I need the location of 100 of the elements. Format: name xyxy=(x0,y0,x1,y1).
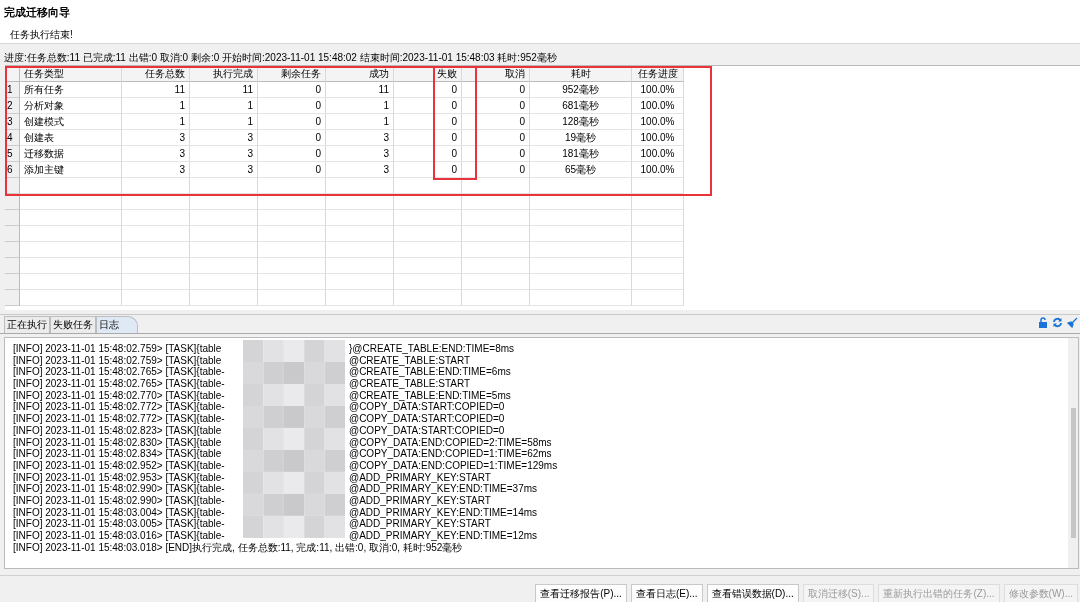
table-cell: 0 xyxy=(394,82,462,98)
log-text: @CREATE_TABLE:START xyxy=(349,378,471,390)
log-text: @ADD_PRIMARY_KEY:END:TIME=14ms xyxy=(349,506,538,519)
action-button[interactable]: 查看错误数据(D)... xyxy=(706,584,799,602)
table-cell xyxy=(394,258,462,274)
table-cell xyxy=(326,178,394,194)
table-cell xyxy=(326,290,394,306)
table-cell xyxy=(632,194,684,210)
table-cell xyxy=(190,178,258,194)
table-cell xyxy=(632,290,684,306)
table-cell xyxy=(190,242,258,258)
scrollbar[interactable] xyxy=(1068,338,1078,568)
table-cell xyxy=(632,178,684,194)
table-cell xyxy=(632,258,684,274)
log-text: [INFO] 2023-11-01 15:48:02.772> [TASK]{table- xyxy=(13,413,226,425)
table-cell: 添加主键 xyxy=(20,162,122,178)
table-cell xyxy=(394,178,462,194)
log-text: [INFO] 2023-11-01 15:48:02.772> [TASK]{table- xyxy=(13,401,226,414)
log-text: @CREATE_TABLE:END:TIME=6ms xyxy=(349,366,511,379)
table-cell: 3 xyxy=(190,162,258,178)
log-text: @ADD_PRIMARY_KEY:START xyxy=(349,471,491,484)
table-cell xyxy=(258,274,326,290)
table-cell xyxy=(190,210,258,226)
log-text: @CREATE_TABLE:START xyxy=(349,354,471,367)
table-cell: 所有任务 xyxy=(20,82,122,98)
log-text: @CREATE_TABLE:END:TIME=5ms xyxy=(349,389,511,402)
table-cell: 0 xyxy=(394,98,462,114)
table-cell: 3 xyxy=(122,162,190,178)
table-cell: 0 xyxy=(462,114,530,130)
log-text: [INFO] 2023-11-01 15:48:02.990> [TASK]{table- xyxy=(13,483,226,495)
log-text: [INFO] 2023-11-01 15:48:02.765> [TASK]{table- xyxy=(13,366,226,379)
table-cell xyxy=(190,290,258,306)
table-cell: 0 xyxy=(258,114,326,130)
table-cell: 0 xyxy=(258,146,326,162)
log-text: [INFO] 2023-11-01 15:48:03.004> [TASK]{table- xyxy=(13,506,226,519)
table-cell: 65毫秒 xyxy=(530,162,632,178)
progress-summary: 进度:任务总数:11 已完成:11 出错:0 取消:0 剩余:0 开始时间:2023-11-01 15:48:02 结束时间:2023-11-01 15:48:03 耗时:952毫秒 xyxy=(3,51,558,65)
table-cell xyxy=(326,258,394,274)
table-cell: 3 xyxy=(190,130,258,146)
table-cell: 3 xyxy=(326,130,394,146)
table-cell: 181毫秒 xyxy=(530,146,632,162)
log-text: [INFO] 2023-11-01 15:48:02.953> [TASK]{table- xyxy=(13,471,226,484)
status-message: 任务执行结束! xyxy=(10,28,74,42)
table-cell: 0 xyxy=(462,130,530,146)
table-cell xyxy=(394,226,462,242)
table-cell xyxy=(462,242,530,258)
log-text: }@CREATE_TABLE:END:TIME=8ms xyxy=(349,343,515,355)
action-button[interactable]: 查看日志(E)... xyxy=(630,584,703,602)
table-cell xyxy=(122,258,190,274)
table-cell xyxy=(122,290,190,306)
tab[interactable]: 正在执行 xyxy=(4,316,50,333)
table-cell xyxy=(394,194,462,210)
table-cell: 11 xyxy=(190,82,258,98)
broom-icon[interactable] xyxy=(1067,317,1078,328)
log-text: @ADD_PRIMARY_KEY:START xyxy=(349,518,491,530)
table-cell xyxy=(462,194,530,210)
lock-icon[interactable] xyxy=(1038,317,1048,328)
table-cell: 100.0% xyxy=(632,82,684,98)
log-text: @COPY_DATA:START:COPIED=0 xyxy=(349,401,505,414)
table-cell: 0 xyxy=(462,98,530,114)
table-cell xyxy=(632,210,684,226)
log-text: [INFO] 2023-11-01 15:48:02.823> [TASK]{table xyxy=(13,424,223,437)
table-cell: 100.0% xyxy=(632,98,684,114)
table-cell: 0 xyxy=(394,162,462,178)
table-cell: 0 xyxy=(462,146,530,162)
table-cell: 0 xyxy=(258,130,326,146)
log-text: [INFO] 2023-11-01 15:48:02.830> [TASK]{table xyxy=(13,436,223,449)
table-cell xyxy=(394,290,462,306)
table-cell xyxy=(258,226,326,242)
table-cell: 0 xyxy=(258,98,326,114)
table-cell xyxy=(632,242,684,258)
tab[interactable]: 日志 xyxy=(96,316,138,333)
table-cell xyxy=(462,210,530,226)
table-cell xyxy=(462,258,530,274)
table-cell xyxy=(462,274,530,290)
table-cell: 迁移数据 xyxy=(20,146,122,162)
table-cell xyxy=(326,226,394,242)
table-cell: 0 xyxy=(462,162,530,178)
table-cell xyxy=(258,178,326,194)
log-text: [INFO] 2023-11-01 15:48:03.016> [TASK]{table- xyxy=(13,530,226,542)
table-cell xyxy=(326,242,394,258)
table-cell xyxy=(462,178,530,194)
action-button[interactable]: 查看迁移报告(P)... xyxy=(535,584,627,602)
log-text: [INFO] 2023-11-01 15:48:02.990> [TASK]{table- xyxy=(13,494,226,507)
tab[interactable]: 失败任务 xyxy=(50,316,96,333)
table-cell: 1 xyxy=(326,98,394,114)
table-cell xyxy=(190,226,258,242)
refresh-icon[interactable] xyxy=(1052,317,1063,328)
log-text: @ADD_PRIMARY_KEY:END:TIME=12ms xyxy=(349,530,538,542)
table-cell: 1 xyxy=(122,98,190,114)
log-text: [INFO] 2023-11-01 15:48:03.018> [END]执行完成, 任务总数:11, 完成:11, 出错:0, 取消:0, 耗时:952毫秒 xyxy=(13,541,463,554)
table-cell: 0 xyxy=(394,146,462,162)
log-text: [INFO] 2023-11-01 15:48:02.834> [TASK]{table xyxy=(13,448,223,460)
table-cell xyxy=(394,210,462,226)
table-cell: 11 xyxy=(326,82,394,98)
log-text: [INFO] 2023-11-01 15:48:03.005> [TASK]{table- xyxy=(13,518,226,530)
table-cell: 3 xyxy=(122,130,190,146)
log-text: @ADD_PRIMARY_KEY:END:TIME=37ms xyxy=(349,483,538,495)
table-cell: 1 xyxy=(122,114,190,130)
table-cell: 创建表 xyxy=(20,130,122,146)
